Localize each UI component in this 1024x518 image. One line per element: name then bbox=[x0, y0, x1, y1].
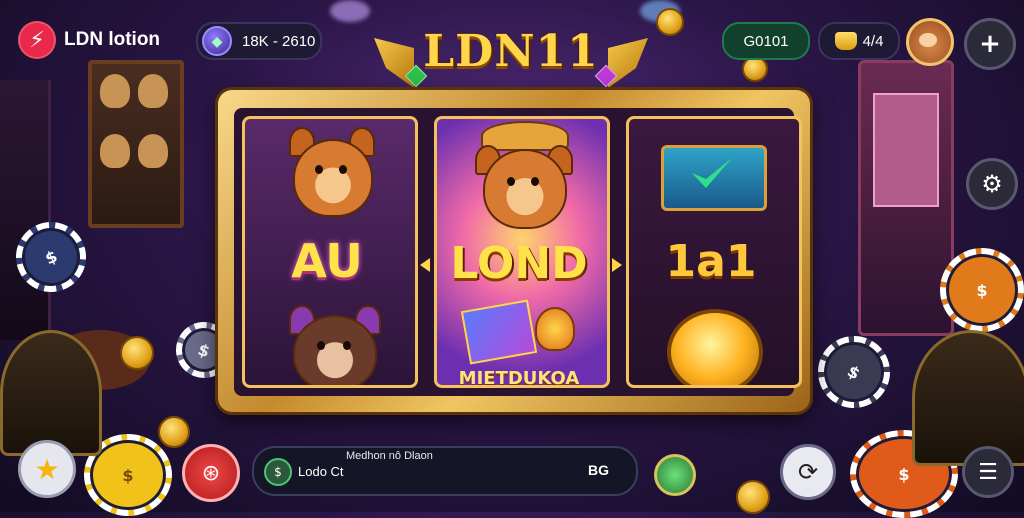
gold-coin bbox=[656, 8, 684, 36]
brand-name: LDN lotion bbox=[64, 29, 161, 50]
gold-coin bbox=[120, 336, 154, 370]
gold-balance: 4/4 bbox=[862, 32, 884, 50]
brand[interactable]: ⚡ LDN lotion bbox=[18, 20, 160, 60]
bet-bar-label: Medhon nô Dlaon bbox=[346, 450, 433, 462]
dog-symbol bbox=[271, 305, 391, 385]
collect-button[interactable] bbox=[654, 454, 696, 496]
gem-balance: 18K - 2610 bbox=[242, 32, 316, 50]
arrow-right-icon bbox=[612, 258, 622, 272]
reel-2-bottom-text: MIETDUKOA bbox=[458, 367, 580, 388]
chest-symbol bbox=[661, 145, 767, 211]
dog-symbol bbox=[275, 127, 385, 227]
coin-icon: $ bbox=[264, 458, 292, 486]
plus-icon: + bbox=[979, 29, 1001, 59]
settings-button[interactable]: ⚙ bbox=[966, 158, 1018, 210]
reel-2-middle-text: LOND bbox=[450, 237, 588, 289]
bet-right-value: BG bbox=[588, 462, 609, 478]
cannon-prop bbox=[912, 330, 1024, 466]
menu-icon: ☰ bbox=[978, 459, 998, 485]
bet-button[interactable]: ⊛ bbox=[182, 444, 240, 502]
poker-chip: $ bbox=[804, 322, 904, 422]
background-poster bbox=[88, 60, 184, 228]
avatar[interactable] bbox=[906, 18, 954, 66]
gear-icon: ⚙ bbox=[981, 170, 1003, 198]
cannon-prop bbox=[0, 330, 102, 456]
gold-coin bbox=[736, 480, 770, 514]
gold-coin bbox=[158, 416, 190, 448]
slot-frame: AU LOND MIETDUKOA 1a1 bbox=[218, 90, 810, 412]
gold-balance-pill[interactable]: 4/4 bbox=[818, 22, 900, 60]
reel-3-middle-text: 1a1 bbox=[665, 235, 757, 287]
coin-symbol bbox=[667, 309, 763, 385]
lightning-icon: ⚡ bbox=[18, 21, 56, 59]
book-symbol bbox=[460, 297, 575, 365]
green-balance-pill[interactable]: G0101 bbox=[722, 22, 810, 60]
bet-info-bar[interactable]: Medhon nô Dlaon $ Lodo Ct BG bbox=[252, 446, 638, 496]
star-icon: ★ bbox=[34, 452, 60, 486]
gem-balance-pill[interactable]: ◆ 18K - 2610 bbox=[196, 22, 322, 60]
add-button[interactable]: + bbox=[964, 18, 1016, 70]
reel-area: AU LOND MIETDUKOA 1a1 bbox=[234, 108, 802, 396]
arrow-left-icon bbox=[420, 258, 430, 272]
gold-bars-icon bbox=[834, 32, 857, 50]
background-machine bbox=[0, 80, 51, 340]
stage-light bbox=[330, 0, 370, 22]
reel-1[interactable]: AU bbox=[242, 116, 418, 388]
bet-value: Lodo Ct bbox=[298, 464, 344, 479]
gem-icon: ◆ bbox=[202, 26, 232, 56]
reel-1-middle-text: AU bbox=[291, 234, 363, 288]
reel-3[interactable]: 1a1 bbox=[626, 116, 802, 388]
chip-icon: ⊛ bbox=[201, 460, 221, 486]
spin-button[interactable]: ⟳ bbox=[780, 444, 836, 500]
poker-chip: $ bbox=[940, 248, 1024, 332]
green-balance: G0101 bbox=[743, 32, 789, 50]
favorite-button[interactable]: ★ bbox=[18, 440, 76, 498]
title-main: LDN11 bbox=[423, 26, 599, 77]
dog-with-hat-symbol bbox=[467, 121, 577, 231]
spin-icon: ⟳ bbox=[797, 458, 819, 486]
menu-button[interactable]: ☰ bbox=[962, 446, 1014, 498]
reel-2[interactable]: LOND MIETDUKOA bbox=[434, 116, 610, 388]
